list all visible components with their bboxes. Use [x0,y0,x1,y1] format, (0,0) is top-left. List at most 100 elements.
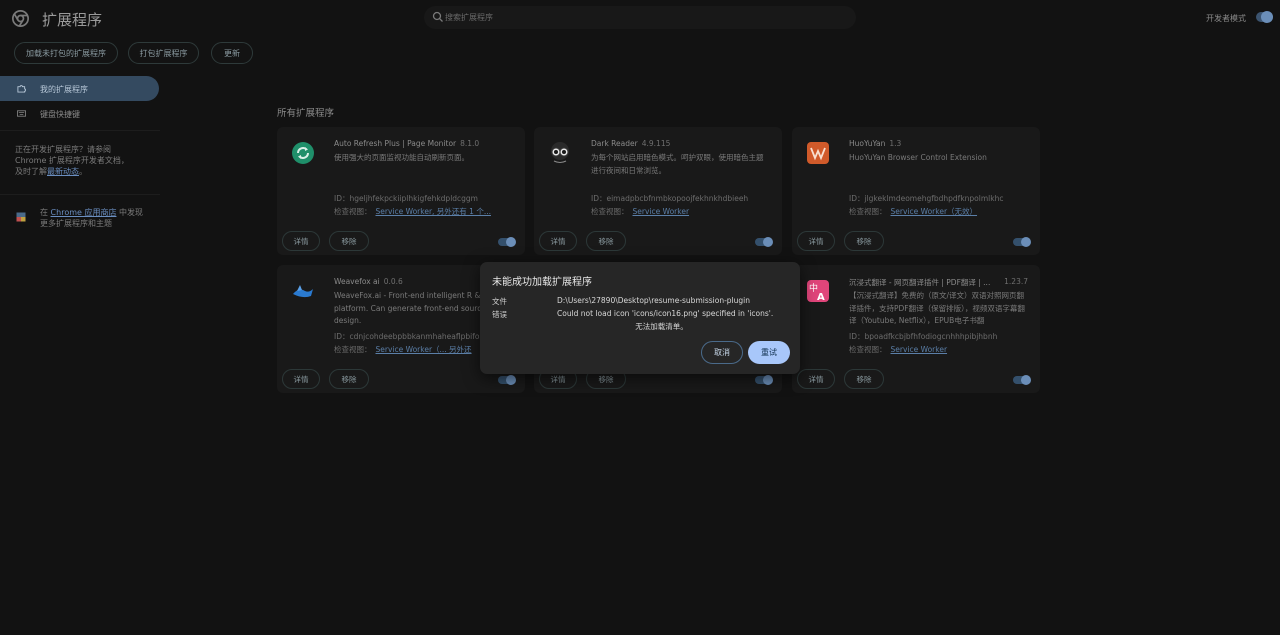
dev-docs-note: 正在开发扩展程序？请参阅 Chrome 扩展程序开发者文档，及时了解最新动态。 [15,144,135,177]
svg-text:A: A [817,292,825,303]
sidebar-item-label: 我的扩展程序 [40,85,88,94]
details-button[interactable]: 详情 [282,369,320,389]
name-text: Dark Reader [591,139,638,148]
inspect-label: 检查视图： [591,207,629,216]
extension-description: 使用强大的页面监视功能自动刷新页面。 [334,153,469,162]
extension-name: Weavefox ai 0.0.6 [334,277,403,286]
remove-button[interactable]: 移除 [329,369,369,389]
extension-version: 0.0.6 [383,277,403,286]
error-label: 错误 [492,310,507,319]
extension-description: 【沉浸式翻译】免费的（原文/译文）双语对照网页翻译插件，支持PDF翻译（保留排版… [849,291,1025,325]
auto-refresh-icon [292,142,314,164]
extension-card: 中 A 沉浸式翻译 - 网页翻译插件 | PDF翻译 | ... 1.23.7 … [792,265,1040,393]
huoyuyan-icon [807,142,829,164]
enable-toggle[interactable] [1013,237,1031,247]
inspect-label: 检查视图： [334,345,372,354]
extension-version: 4.9.115 [641,139,671,148]
update-button[interactable]: 更新 [211,42,253,64]
extension-id: ID：jlgkeklmdeomehgfbdhpdfknpolmlkhc [849,194,1004,203]
service-worker-link[interactable]: Service Worker [891,345,948,354]
extension-version: 1.23.7 [1004,277,1028,286]
extension-name: HuoYuYan 1.3 [849,139,901,148]
name-text: HuoYuYan [849,139,886,148]
extension-id: ID：eimadpbcbfnmbkopoojfekhnkhdbieeh [591,194,749,203]
extension-name: 沉浸式翻译 - 网页翻译插件 | PDF翻译 | ... [849,278,991,287]
details-button[interactable]: 详情 [797,231,835,251]
enable-toggle[interactable] [498,237,516,247]
extension-id: ID：cdnjcohdeebpbbkanmhaheaflpbifop [334,332,485,341]
search-input[interactable]: 搜索扩展程序 [424,6,856,29]
remove-button[interactable]: 移除 [844,369,884,389]
page-title: 扩展程序 [42,11,103,29]
dev-docs-end: 。 [79,167,87,176]
details-button[interactable]: 详情 [797,369,835,389]
inspect-views: 检查视图： Service Worker, 另外还有 1 个... [334,206,491,217]
weavefox-icon [293,285,313,298]
sidebar-divider [0,194,160,195]
sidebar-item-my-extensions[interactable]: 我的扩展程序 [0,76,159,101]
inspect-views: 检查视图： Service Worker [849,344,947,355]
service-worker-link[interactable]: Service Worker（... 另外还 [376,345,472,354]
search-icon [432,11,443,22]
name-text: Weavefox ai [334,277,380,286]
header: 扩展程序 搜索扩展程序 开发者模式 [0,0,1280,36]
error-note: 无法加载清单。 [635,322,688,331]
web-store-icon [16,212,26,222]
dark-reader-icon [551,142,569,163]
details-button[interactable]: 详情 [539,231,577,251]
section-title: 所有扩展程序 [277,108,335,119]
extension-version: 8.1.0 [460,139,480,148]
file-path: D:\Users\27890\Desktop\resume-submission… [557,296,750,305]
service-worker-link[interactable]: Service Worker, 另外还有 1 个... [376,207,491,216]
enable-toggle[interactable] [755,237,773,247]
search-placeholder: 搜索扩展程序 [445,13,493,22]
retry-button[interactable]: 重试 [748,341,790,364]
sidebar-divider [0,130,160,131]
chrome-logo-icon [12,10,29,27]
inspect-views: 检查视图： Service Worker（... 另外还 [334,344,472,355]
extension-card: HuoYuYan 1.3 HuoYuYan Browser Control Ext… [792,127,1040,255]
keyboard-icon [17,110,26,117]
load-error-dialog: 未能成功加载扩展程序 文件 D:\Users\27890\Desktop\res… [480,262,800,374]
latest-news-link[interactable]: 最新动态 [47,167,79,176]
extension-card: Dark Reader 4.9.115 为每个网站启用暗色模式。呵护双眼，使用暗色… [534,127,782,255]
dialog-title: 未能成功加载扩展程序 [492,277,592,288]
extension-version: 1.3 [889,139,902,148]
error-message: Could not load icon 'icons/icon16.png' s… [557,309,774,318]
inspect-label: 检查视图： [849,345,887,354]
enable-toggle[interactable] [498,375,516,385]
remove-button[interactable]: 移除 [586,231,626,251]
service-worker-link[interactable]: Service Worker [633,207,690,216]
dev-mode-toggle[interactable] [1256,11,1273,23]
cancel-button[interactable]: 取消 [701,341,743,364]
extension-description: HuoYuYan Browser Control Extension [849,153,987,162]
inspect-label: 检查视图： [849,207,887,216]
name-text: Auto Refresh Plus | Page Monitor [334,139,457,148]
dev-mode-label: 开发者模式 [1206,14,1246,23]
puzzle-icon [17,85,26,93]
load-unpacked-button[interactable]: 加载未打包的扩展程序 [14,42,118,64]
inspect-views: 检查视图： Service Worker [591,206,689,217]
file-label: 文件 [492,297,507,306]
immersive-translate-icon: 中 A [807,280,829,303]
extension-description: 为每个网站启用暗色模式。呵护双眼，使用暗色主题进行夜间和日常浏览。 [591,153,764,175]
extension-name: Auto Refresh Plus | Page Monitor 8.1.0 [334,139,479,148]
service-worker-link[interactable]: Service Worker（无效） [891,207,978,216]
web-store-note: 在 Chrome 应用商店 中发现更多扩展程序和主题 [40,207,150,229]
enable-toggle[interactable] [1013,375,1031,385]
remove-button[interactable]: 移除 [329,231,369,251]
store-text-pre: 在 [40,208,51,217]
extension-name: Dark Reader 4.9.115 [591,139,670,148]
pack-extension-button[interactable]: 打包扩展程序 [128,42,199,64]
remove-button[interactable]: 移除 [844,231,884,251]
details-button[interactable]: 详情 [282,231,320,251]
inspect-views: 检查视图： Service Worker（无效） [849,206,977,217]
sidebar-item-label: 键盘快捷键 [40,110,80,119]
extension-card: Auto Refresh Plus | Page Monitor 8.1.0 使用… [277,127,525,255]
sidebar-item-shortcuts[interactable]: 键盘快捷键 [0,101,159,126]
inspect-label: 检查视图： [334,207,372,216]
enable-toggle[interactable] [755,375,773,385]
web-store-link[interactable]: Chrome 应用商店 [51,208,117,217]
extension-id: ID：hgeljhfekpckiiplhkigfehkdpldcggm [334,194,478,203]
extension-id: ID：bpoadfkcbjbfhfodiogcnhhhpibjhbnh [849,332,998,341]
